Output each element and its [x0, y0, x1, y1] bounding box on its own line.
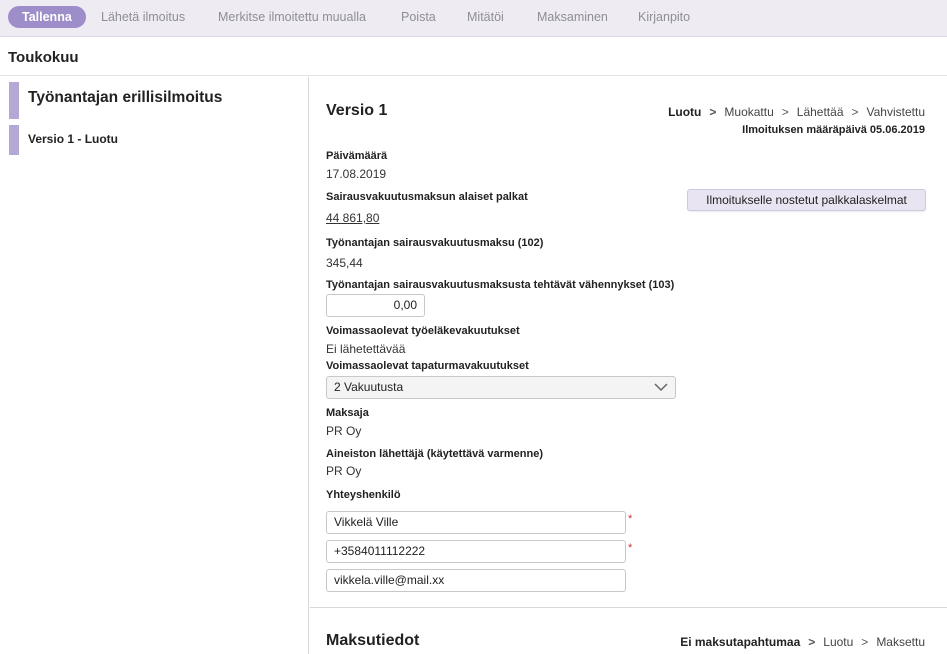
pension-insurance-value: Ei lähetettävää	[326, 342, 406, 356]
sidebar-item-version-1[interactable]: Versio 1 - Luotu	[28, 132, 118, 146]
accident-insurance-selected: 2 Vakuutusta	[334, 380, 404, 394]
step-separator-icon: >	[808, 635, 816, 649]
status-step-confirmed: Vahvistettu	[866, 105, 925, 119]
void-button[interactable]: Mitätöi	[467, 6, 504, 28]
mark-reported-elsewhere-button[interactable]: Merkitse ilmoitettu muualla	[218, 6, 366, 28]
delete-button[interactable]: Poista	[401, 6, 436, 28]
step-separator-icon: >	[851, 105, 859, 119]
deductions-input[interactable]: 0,00	[326, 294, 425, 317]
accident-insurance-select[interactable]: 2 Vakuutusta	[326, 376, 676, 399]
payer-value: PR Oy	[326, 424, 362, 438]
wages-label: Sairausvakuutusmaksun alaiset palkat	[326, 191, 528, 203]
deductions-label: Työnantajan sairausvakuutusmaksusta teht…	[326, 279, 675, 291]
payment-info-title: Maksutiedot	[326, 632, 420, 649]
chevron-down-icon	[654, 383, 668, 392]
payment-step-paid: Maksettu	[876, 635, 925, 649]
employer-fee-value: 345,44	[326, 256, 363, 270]
sidebar-item-accent	[9, 125, 19, 155]
payer-label: Maksaja	[326, 407, 369, 419]
contact-email-input[interactable]: vikkela.ville@mail.xx	[326, 569, 626, 592]
step-separator-icon: >	[709, 105, 717, 119]
payment-button[interactable]: Maksaminen	[537, 6, 608, 28]
status-step-sending: Lähettää	[796, 105, 844, 119]
sender-value: PR Oy	[326, 464, 362, 478]
sidebar: Työnantajan erillisilmoitus Versio 1 - L…	[0, 77, 309, 654]
section-divider	[310, 607, 947, 608]
contact-name-input[interactable]: Vikkelä Ville	[326, 511, 626, 534]
sender-label: Aineiston lähettäjä (käytettävä varmenne…	[326, 448, 544, 460]
required-mark: *	[628, 542, 633, 554]
date-value: 17.08.2019	[326, 167, 387, 181]
wages-link[interactable]: 44 861,80	[326, 211, 379, 225]
step-separator-icon: >	[861, 635, 869, 649]
sidebar-heading: Työnantajan erillisilmoitus	[28, 89, 223, 106]
page-title: Toukokuu	[8, 49, 79, 66]
deadline-text: Ilmoituksen määräpäivä 05.06.2019	[742, 124, 925, 136]
page-header: Toukokuu	[0, 38, 947, 76]
payslips-button[interactable]: Ilmoitukselle nostetut palkkalaskelmat	[687, 189, 926, 211]
version-title: Versio 1	[326, 102, 388, 119]
status-step-created: Luotu	[668, 105, 702, 119]
status-step-modified: Muokattu	[724, 105, 774, 119]
send-notification-button[interactable]: Lähetä ilmoitus	[101, 6, 185, 28]
accounting-button[interactable]: Kirjanpito	[638, 6, 690, 28]
payment-step-created: Luotu	[823, 635, 854, 649]
main-panel: Versio 1 Luotu > Muokattu > Lähettää > Vahvist…	[310, 77, 947, 654]
accident-insurance-label: Voimassaolevat tapaturmavakuutukset	[326, 360, 529, 372]
date-label: Päivämäärä	[326, 150, 388, 162]
payment-status-steps: Ei maksutapahtumaa > Luotu > Maksettu	[680, 635, 925, 649]
step-separator-icon: >	[781, 105, 789, 119]
employer-fee-label: Työnantajan sairausvakuutusmaksu (102)	[326, 237, 544, 249]
version-status-steps: Luotu > Muokattu > Lähettää > Vahvistettu	[668, 105, 925, 119]
contact-phone-input[interactable]: +3584011112222	[326, 540, 626, 563]
sidebar-heading-accent	[9, 82, 19, 119]
payment-step-none: Ei maksutapahtumaa	[680, 635, 801, 649]
required-mark: *	[628, 513, 633, 525]
pension-insurance-label: Voimassaolevat työeläkevakuutukset	[326, 325, 520, 337]
save-button[interactable]: Tallenna	[8, 6, 86, 28]
contact-person-label: Yhteyshenkilö	[326, 489, 401, 501]
action-toolbar: Tallenna Lähetä ilmoitus Merkitse ilmoit…	[0, 0, 947, 37]
